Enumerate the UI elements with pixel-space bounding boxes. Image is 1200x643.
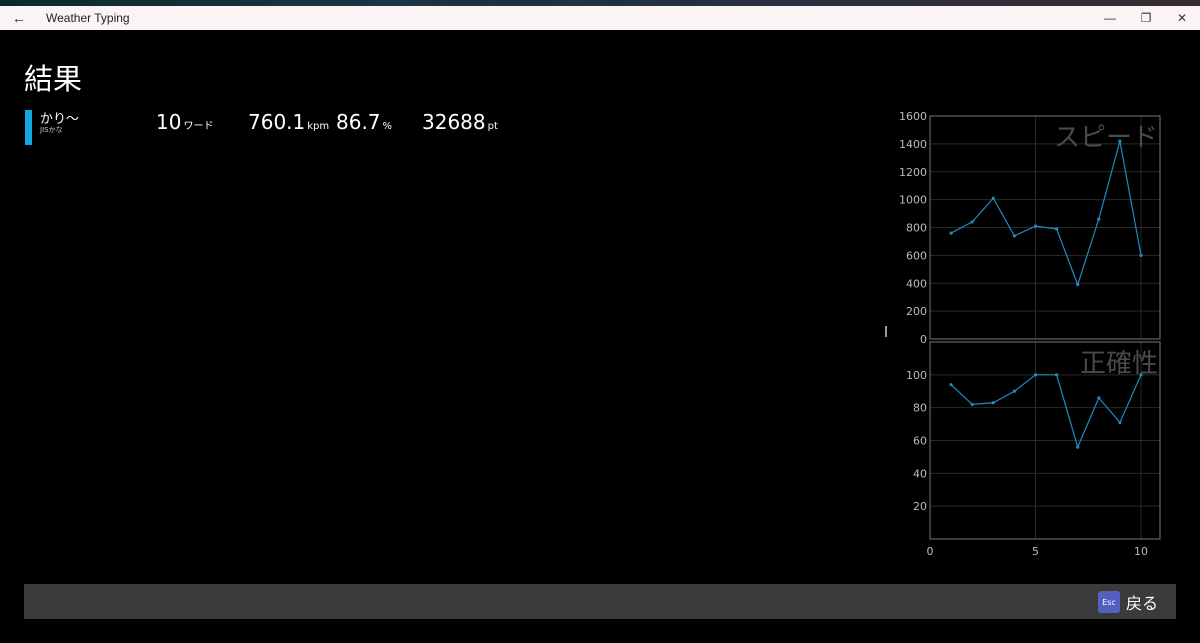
speed-y-tick-label: 600 <box>906 249 927 262</box>
words-unit: ワード <box>183 121 214 132</box>
accuracy-series-line <box>950 374 1142 449</box>
words-value: 10 <box>156 110 182 134</box>
restore-button[interactable]: ❐ <box>1128 6 1164 30</box>
accuracy-chart-title: 正確性 <box>1080 349 1158 379</box>
speed-data-point <box>1076 283 1080 287</box>
words-stat: 10 ワード <box>156 110 213 134</box>
speed-data-point <box>991 196 995 200</box>
speed-chart-title: スピード <box>1054 123 1158 153</box>
speed-data-point <box>1139 253 1143 257</box>
score-value: 32688 <box>422 110 486 134</box>
speed-unit: kpm <box>307 121 330 132</box>
accuracy-data-point <box>1012 389 1017 393</box>
accuracy-data-point <box>949 383 953 387</box>
speed-y-tick-label: 0 <box>920 333 927 346</box>
accuracy-y-tick-label: 100 <box>906 369 927 382</box>
speed-y-tick-label: 800 <box>906 222 927 235</box>
accuracy-data-point <box>1033 373 1038 377</box>
accuracy-stat: 86.7% <box>336 110 392 134</box>
accuracy-data-point <box>1139 373 1143 377</box>
speed-y-tick-label: 1200 <box>899 166 927 179</box>
speed-data-point <box>1012 234 1017 238</box>
accuracy-unit: % <box>382 121 393 132</box>
speed-data-point <box>1055 227 1059 231</box>
page-title: 結果 <box>24 62 83 96</box>
score-stat: 32688 pt <box>422 110 498 134</box>
speed-data-point <box>1033 224 1038 228</box>
accuracy-data-point <box>991 401 995 405</box>
accuracy-y-tick-label: 80 <box>913 402 927 415</box>
back-action-label: 戻る <box>1125 594 1158 613</box>
accuracy-data-point <box>970 402 974 406</box>
esc-key-badge: Esc <box>1097 591 1120 613</box>
accuracy-data-point <box>1118 420 1122 425</box>
speed-series-line <box>950 140 1142 287</box>
speed-y-tick-label: 200 <box>906 305 927 318</box>
x-tick-label: 5 <box>1032 545 1039 558</box>
accuracy-value: 86.7 <box>336 110 381 134</box>
speed-y-tick-label: 1600 <box>899 110 927 123</box>
course-accent-bar <box>25 110 32 145</box>
title-bar: ← Weather Typing — ❐ ✕ <box>0 6 1200 30</box>
x-tick-label: 0 <box>927 545 934 558</box>
minimize-button[interactable]: — <box>1092 6 1128 30</box>
speed-data-point <box>970 220 974 224</box>
speed-value: 760.1 <box>248 110 306 134</box>
splitter-handle <box>885 326 887 337</box>
accuracy-data-point <box>1055 373 1059 377</box>
speed-y-tick-label: 400 <box>906 277 927 290</box>
speed-y-tick-label: 1400 <box>899 138 927 151</box>
course-layout: JISかな <box>40 126 63 134</box>
window-controls: — ❐ ✕ <box>1092 6 1200 30</box>
close-button[interactable]: ✕ <box>1164 6 1200 30</box>
speed-data-point <box>1097 217 1101 221</box>
accuracy-y-tick-label: 20 <box>913 500 927 513</box>
app-title: Weather Typing <box>46 11 130 25</box>
back-action-button[interactable]: Esc 戻る <box>1097 590 1158 614</box>
accuracy-y-tick-label: 40 <box>913 467 927 480</box>
bottom-bar: Esc 戻る <box>24 584 1176 619</box>
speed-data-point <box>1118 139 1122 143</box>
back-arrow-icon[interactable]: ← <box>0 6 38 30</box>
accuracy-y-tick-label: 60 <box>913 435 927 448</box>
accuracy-data-point <box>1097 396 1101 400</box>
accuracy-data-point <box>1076 445 1080 449</box>
x-tick-label: 10 <box>1134 545 1148 558</box>
score-unit: pt <box>487 121 498 132</box>
speed-data-point <box>949 231 953 235</box>
results-charts: スピード02004006008001000120014001600正確性2040… <box>885 110 1161 558</box>
speed-y-tick-label: 1000 <box>899 194 927 207</box>
speed-stat: 760.1 kpm <box>248 110 329 134</box>
